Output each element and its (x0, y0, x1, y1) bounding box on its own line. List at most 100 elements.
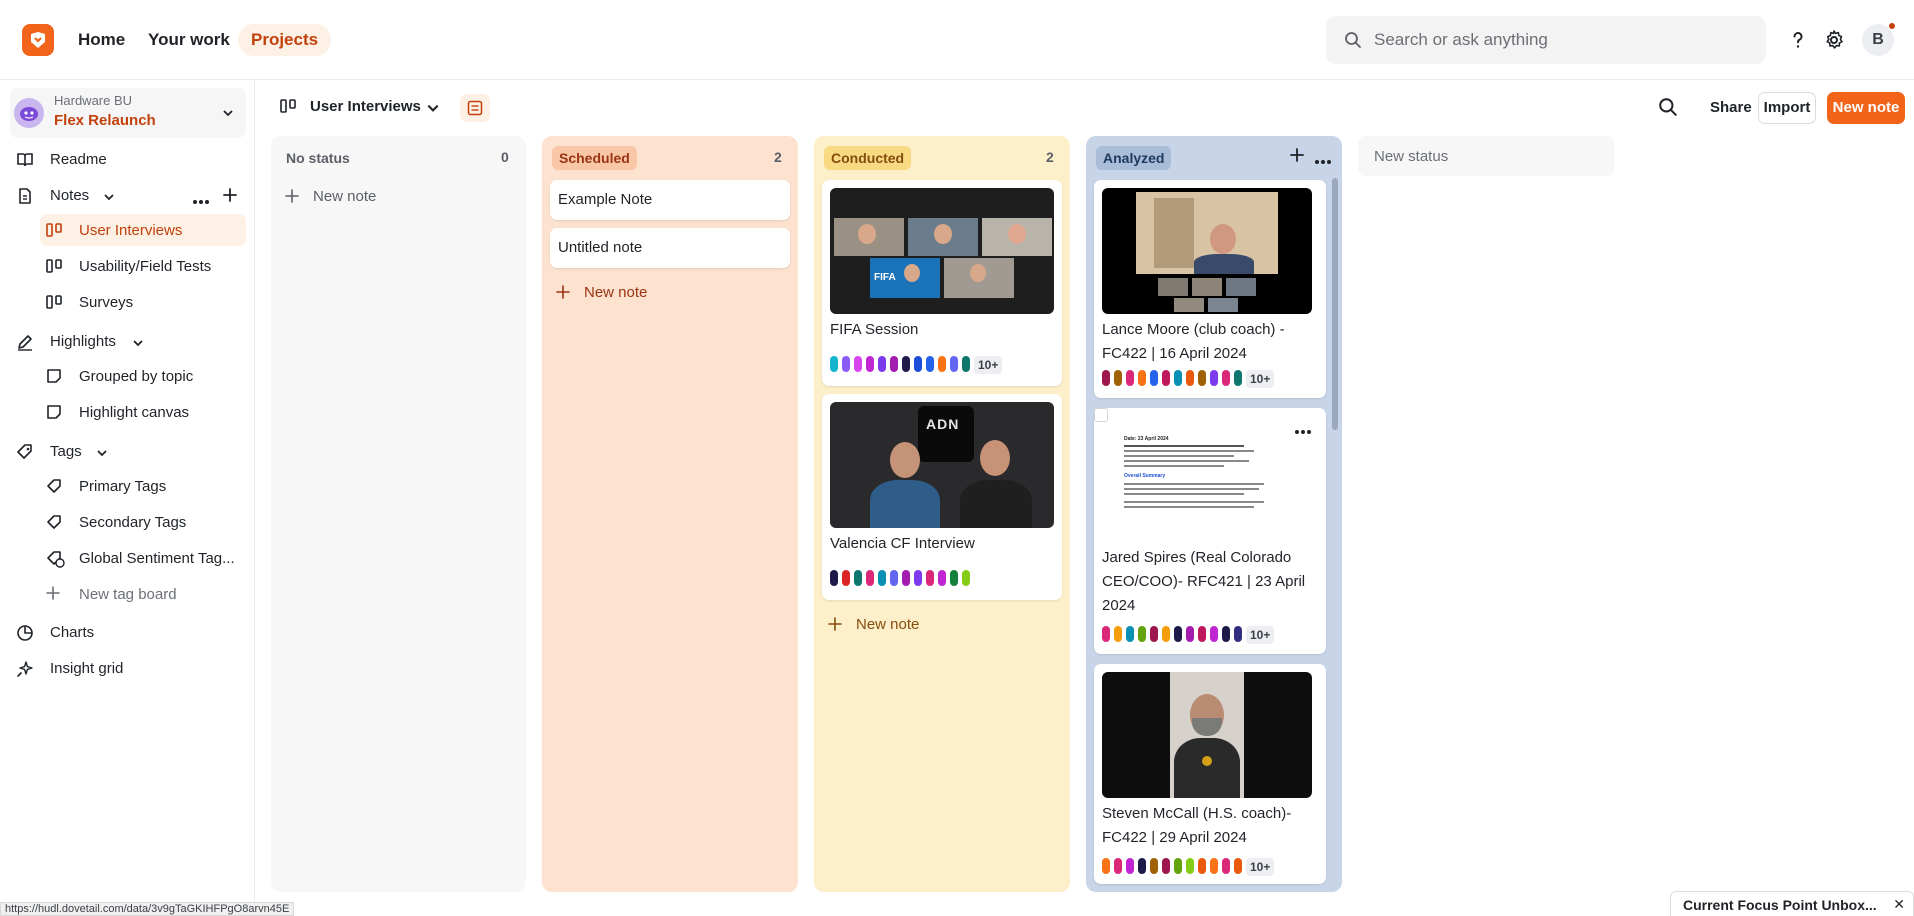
view-title[interactable]: User Interviews (310, 98, 421, 115)
tag-swatch (950, 356, 958, 372)
more-icon[interactable] (192, 192, 210, 210)
tag-swatch (1222, 370, 1230, 386)
sidebar-section-highlights[interactable]: Highlights (0, 325, 160, 357)
plus-icon[interactable] (1290, 148, 1304, 167)
sidebar-item-insight-grid[interactable]: Insight grid (0, 652, 246, 684)
new-note-button[interactable]: New note (1827, 92, 1905, 124)
tag-swatch (854, 570, 862, 586)
workspace-name: Flex Relaunch (54, 112, 156, 129)
sidebar-item-label: Insight grid (50, 660, 124, 677)
nav-projects[interactable]: Projects (238, 24, 332, 56)
add-note-label: New note (856, 616, 920, 633)
note-card[interactable]: Untitled note (550, 228, 790, 268)
tag-swatch (926, 570, 934, 586)
more-tags-badge[interactable]: 10+ (974, 356, 1003, 374)
tag-swatch (1114, 626, 1122, 642)
workspace-switcher[interactable]: Hardware BU Flex Relaunch (10, 88, 246, 138)
sidebar-item-label: Tags (50, 443, 82, 460)
import-button[interactable]: Import (1758, 92, 1816, 124)
board-column-analyzed: Analyzed Lance Moore (club coach) - FC42… (1086, 136, 1342, 892)
sidebar-item-label: Surveys (79, 294, 134, 311)
tag-swatch (1222, 858, 1230, 874)
chevron-down-icon (222, 106, 234, 124)
video-thumbnail (1102, 672, 1312, 798)
chevron-down-icon[interactable] (426, 101, 440, 120)
tag-swatch (866, 356, 874, 372)
note-card[interactable]: Date: 23 April 2024 Overall Summary Jare… (1094, 408, 1326, 654)
sidebar-item-label: Grouped by topic (79, 368, 194, 385)
sidebar-item-secondary-tags[interactable]: Secondary Tags (40, 506, 246, 538)
tag-swatch (842, 356, 850, 372)
sidebar-item-readme[interactable]: Readme (0, 143, 246, 175)
plus-icon (556, 285, 570, 303)
tag-swatch (1210, 626, 1218, 642)
sidebar-item-primary-tags[interactable]: Primary Tags (40, 470, 246, 502)
new-status-button[interactable]: New status (1358, 136, 1614, 176)
plus-icon[interactable] (222, 187, 238, 208)
column-title: Analyzed (1096, 146, 1172, 170)
note-card[interactable]: Lance Moore (club coach) - FC422 | 16 Ap… (1094, 180, 1326, 398)
view-settings-toggle[interactable] (460, 94, 490, 122)
gear-icon[interactable] (1822, 28, 1846, 52)
sidebar-item-label: Readme (50, 151, 107, 168)
video-thumbnail: ADN (830, 402, 1054, 528)
chevron-down-icon (103, 190, 115, 207)
add-note-label: New note (584, 284, 648, 301)
board-icon (280, 98, 298, 119)
note-card[interactable]: Steven McCall (H.S. coach)- FC422 | 29 A… (1094, 664, 1326, 884)
global-search-input[interactable]: Search or ask anything (1326, 16, 1766, 64)
share-button[interactable]: Share (1700, 92, 1762, 124)
note-card-title: Untitled note (558, 239, 643, 256)
plus-icon (285, 189, 299, 207)
tag-swatch (854, 356, 862, 372)
sidebar-item-highlight-canvas[interactable]: Highlight canvas (40, 396, 246, 428)
more-tags-badge[interactable]: 10+ (1246, 626, 1275, 644)
sidebar-section-notes[interactable]: Notes (0, 179, 140, 211)
nav-your-work[interactable]: Your work (135, 24, 243, 56)
sidebar-item-usability-field-tests[interactable]: Usability/Field Tests (40, 250, 246, 282)
sidebar-item-grouped-by-topic[interactable]: Grouped by topic (40, 360, 246, 392)
new-tag-board-button[interactable]: New tag board (40, 578, 246, 610)
tag-swatch (1222, 626, 1230, 642)
tag-swatch (1198, 858, 1206, 874)
sidebar-item-label: Highlights (50, 333, 116, 350)
help-icon[interactable] (1786, 28, 1810, 52)
add-note-label: New note (313, 188, 377, 205)
column-title: Conducted (824, 146, 912, 170)
column-scrollbar[interactable] (1332, 178, 1338, 430)
tag-swatch (1114, 858, 1122, 874)
tag-swatch (842, 570, 850, 586)
tag-swatch (1234, 858, 1242, 874)
board-column-no-status: No status 0 New note (271, 136, 526, 892)
new-status-label: New status (1374, 148, 1449, 165)
note-card[interactable]: Example Note (550, 180, 790, 220)
sentiment-tag-icon (46, 550, 66, 572)
tag-swatch (1162, 370, 1170, 386)
column-count: 2 (774, 149, 782, 165)
more-icon[interactable] (1314, 152, 1332, 170)
select-checkbox[interactable] (1094, 408, 1108, 422)
logo-icon[interactable] (22, 24, 54, 56)
more-tags-badge[interactable]: 10+ (1246, 370, 1275, 388)
nav-home[interactable]: Home (65, 24, 138, 56)
search-icon[interactable] (1658, 97, 1678, 122)
sidebar-item-label: Primary Tags (79, 478, 167, 495)
note-card[interactable]: FIFA FIFA Session 10+ (822, 180, 1062, 386)
sidebar-section-tags[interactable]: Tags (0, 435, 120, 467)
focus-point-popup[interactable]: Current Focus Point Unbox... ✕ (1670, 891, 1914, 916)
sidebar-item-surveys[interactable]: Surveys (40, 286, 246, 318)
more-tags-badge[interactable]: 10+ (1246, 858, 1275, 876)
close-icon[interactable]: ✕ (1893, 896, 1905, 913)
search-placeholder: Search or ask anything (1374, 30, 1548, 49)
sidebar-item-global-sentiment-tags[interactable]: Global Sentiment Tag... (40, 542, 246, 574)
sidebar-item-charts[interactable]: Charts (0, 616, 246, 648)
sidebar-item-user-interviews[interactable]: User Interviews (40, 214, 246, 246)
sidebar-item-label: Usability/Field Tests (79, 258, 212, 275)
tag-swatch (1102, 370, 1110, 386)
note-card[interactable]: ADN Valencia CF Interview (822, 394, 1062, 600)
note-icon (46, 404, 62, 424)
more-icon[interactable] (1294, 422, 1312, 440)
tag-swatch (1174, 370, 1182, 386)
tag-swatch (950, 570, 958, 586)
search-icon (1344, 31, 1362, 54)
